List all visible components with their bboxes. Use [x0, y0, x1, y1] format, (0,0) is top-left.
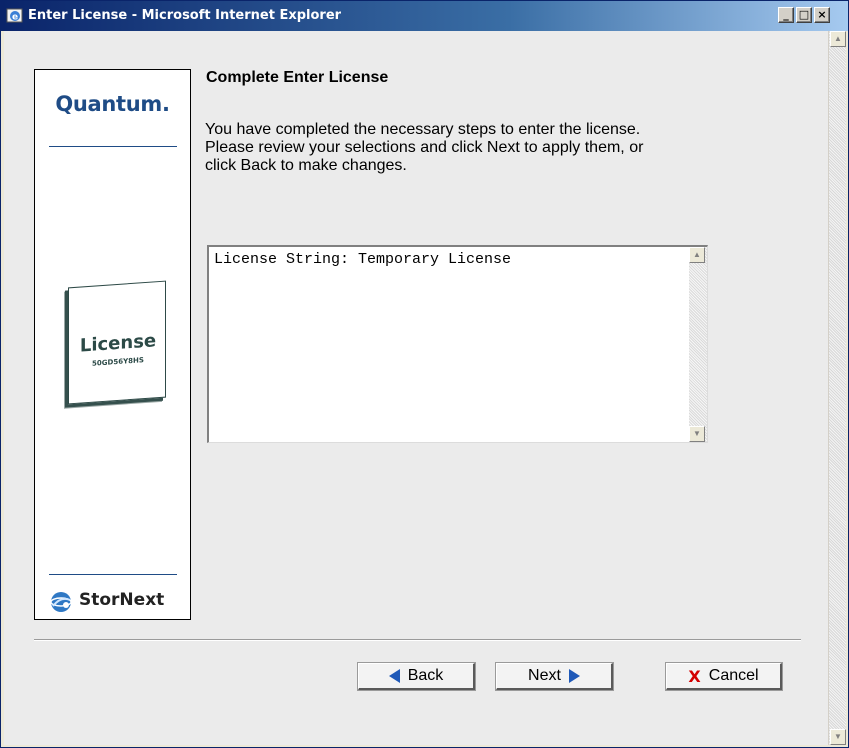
back-button-label: Back — [407, 667, 444, 684]
scroll-up-button[interactable]: ▲ — [689, 247, 705, 263]
wizard-sidebar: Quantum. License 50GD56Y8HS StorNext — [34, 69, 191, 620]
divider — [49, 574, 177, 575]
stornext-logo: StorNext — [49, 590, 164, 614]
cancel-button-label: Cancel — [708, 667, 759, 684]
instruction-line: You have completed the necessary steps t… — [205, 121, 641, 138]
summary-scrollbar[interactable]: ▲ ▼ — [689, 247, 707, 442]
stornext-globe-icon — [50, 592, 72, 612]
cancel-button[interactable]: X Cancel — [666, 663, 782, 690]
title-bar[interactable]: e Enter License - Microsoft Internet Exp… — [1, 1, 848, 31]
next-button[interactable]: Next — [496, 663, 613, 690]
summary-text: License String: Temporary License — [214, 251, 512, 268]
scroll-down-button[interactable]: ▼ — [689, 426, 705, 442]
cancel-x-icon: X — [688, 666, 701, 686]
arrow-right-icon — [568, 669, 580, 683]
minimize-button[interactable]: _ — [778, 7, 794, 23]
instruction-line: Please review your selections and click … — [205, 139, 644, 156]
internet-explorer-icon: e — [6, 8, 23, 23]
back-button[interactable]: Back — [358, 663, 475, 690]
instruction-line: click Back to make changes. — [205, 157, 407, 174]
page-scrollbar[interactable]: ▲ ▼ — [828, 31, 846, 745]
quantum-logo: Quantum. — [55, 92, 170, 116]
arrow-left-icon — [388, 669, 400, 683]
page-scroll-up-button[interactable]: ▲ — [830, 31, 846, 47]
page-scroll-down-button[interactable]: ▼ — [830, 729, 846, 745]
divider — [49, 146, 177, 147]
instructions: You have completed the necessary steps t… — [205, 121, 805, 175]
footer-divider — [34, 639, 801, 641]
browser-window: e Enter License - Microsoft Internet Exp… — [0, 0, 849, 748]
summary-textarea[interactable]: License String: Temporary License ▲ ▼ — [207, 245, 708, 443]
svg-text:e: e — [12, 13, 18, 23]
next-button-label: Next — [528, 667, 561, 684]
stornext-label: StorNext — [79, 590, 165, 610]
page-content: Quantum. License 50GD56Y8HS StorNext Com… — [4, 31, 846, 745]
license-card-code: 50GD56Y8HS — [92, 356, 144, 368]
page-title: Complete Enter License — [206, 69, 389, 86]
license-card-icon: License 50GD56Y8HS — [68, 280, 166, 405]
license-card-title: License — [79, 330, 157, 357]
maximize-button[interactable]: □ — [796, 7, 812, 23]
close-button[interactable]: × — [814, 7, 830, 23]
window-title: Enter License - Microsoft Internet Explo… — [28, 8, 342, 23]
